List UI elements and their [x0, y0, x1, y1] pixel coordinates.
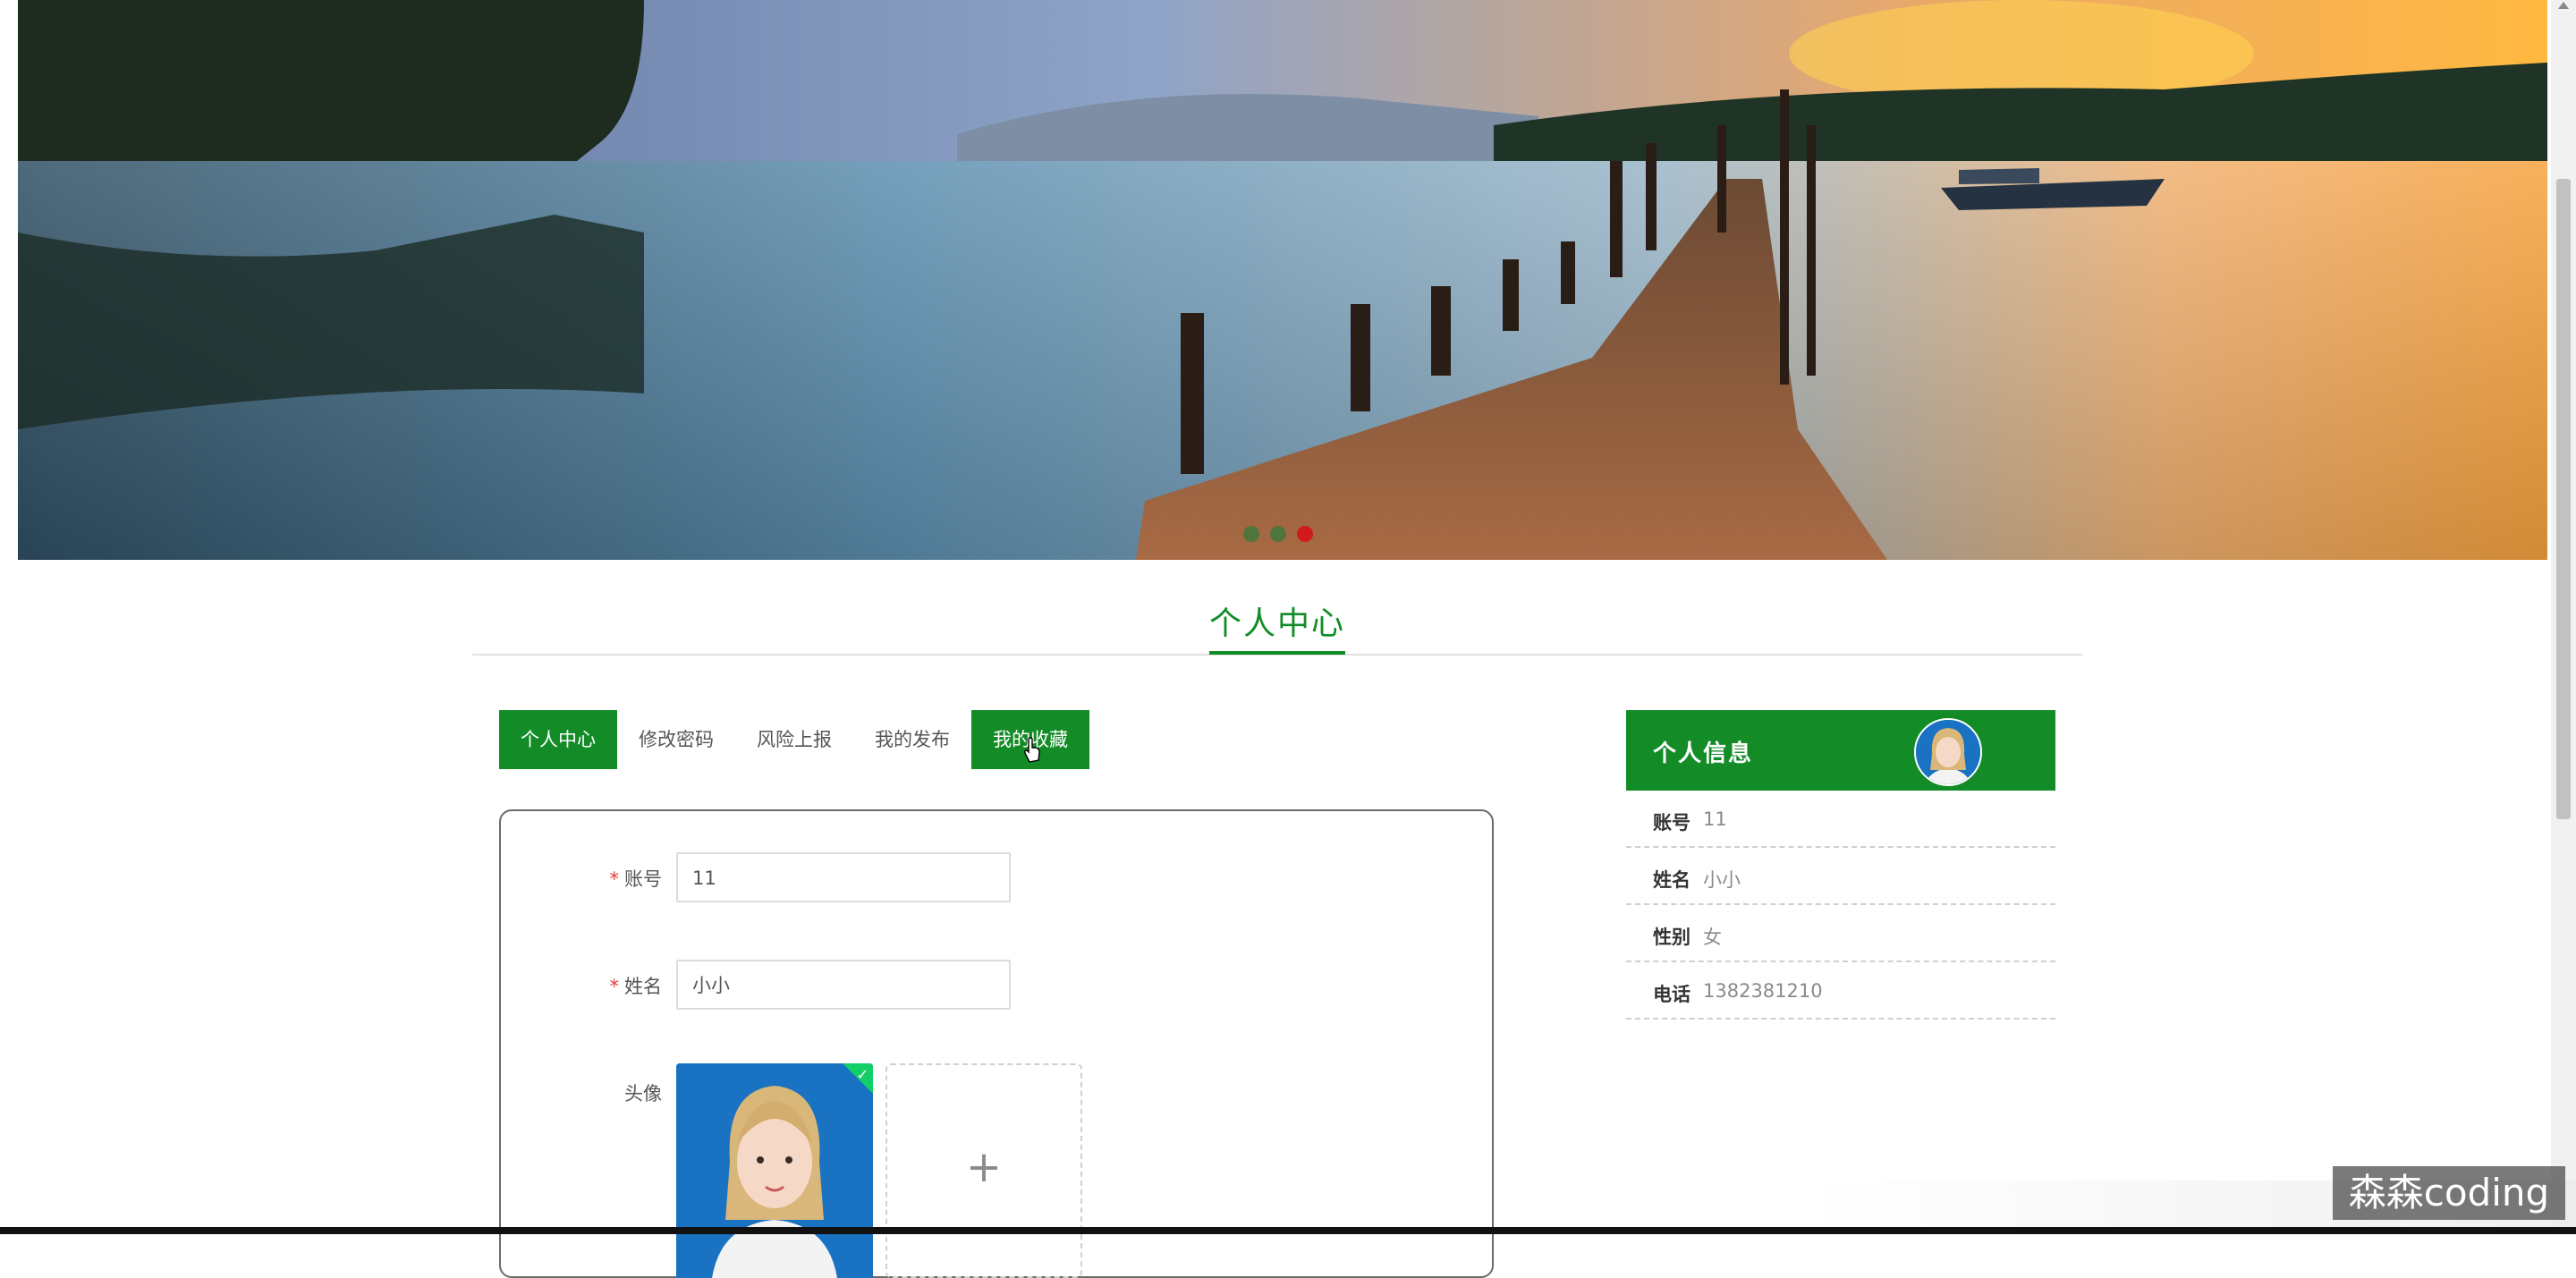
- carousel-dots: [1243, 526, 1313, 542]
- account-label: * 账号: [501, 865, 663, 892]
- info-value: 小小: [1703, 869, 1741, 891]
- scroll-thumb[interactable]: [2556, 179, 2571, 819]
- account-label-text: 账号: [624, 868, 662, 890]
- hand-cursor-icon: [1024, 737, 1040, 763]
- user-info-card: 个人信息 账号 11 姓名 小小 性别 女 电话 1382381210: [1626, 710, 2055, 1020]
- hero-banner: [18, 0, 2547, 560]
- avatar-label: 头像: [624, 1083, 662, 1104]
- info-row-phone: 电话 1382381210: [1626, 962, 2055, 1020]
- watermark: 森森coding: [2333, 1166, 2565, 1220]
- avatar-photo-small: [1916, 720, 1980, 784]
- info-row-account: 账号 11: [1626, 791, 2055, 848]
- bottom-edge: [0, 1227, 2576, 1234]
- carousel-dot[interactable]: [1270, 526, 1286, 542]
- info-value: 1382381210: [1703, 980, 1823, 1002]
- title-underline: [1209, 651, 1345, 655]
- info-key: 电话: [1653, 984, 1690, 1005]
- lake-pier-image: [18, 0, 2547, 560]
- required-mark: *: [609, 868, 620, 890]
- profile-tabs: 个人中心 修改密码 风险上报 我的发布 我的收藏: [499, 710, 1089, 769]
- tab-change-password[interactable]: 修改密码: [617, 710, 735, 769]
- info-row-name: 姓名 小小: [1626, 848, 2055, 905]
- tab-my-posts[interactable]: 我的发布: [853, 710, 971, 769]
- info-value: 女: [1703, 927, 1722, 948]
- info-card-header: 个人信息: [1626, 710, 2055, 791]
- plus-icon: +: [965, 1142, 1003, 1192]
- avatar-upload-button[interactable]: +: [886, 1063, 1082, 1278]
- name-label-text: 姓名: [624, 976, 662, 997]
- scroll-up-icon[interactable]: [2558, 2, 2569, 9]
- tab-my-favorites[interactable]: 我的收藏: [971, 710, 1089, 769]
- carousel-dot[interactable]: [1243, 526, 1259, 542]
- avatar: [1914, 718, 1982, 786]
- info-key: 性别: [1653, 927, 1690, 948]
- name-label: * 姓名: [501, 972, 663, 999]
- required-mark: *: [609, 976, 620, 997]
- carousel-dot-active[interactable]: [1297, 526, 1313, 542]
- profile-form: * 账号 11 * 姓名 小小 头像 ✓ +: [499, 809, 1494, 1278]
- tab-profile[interactable]: 个人中心: [499, 710, 617, 769]
- info-key: 账号: [1653, 812, 1690, 834]
- check-icon: ✓: [856, 1066, 869, 1083]
- info-row-gender: 性别 女: [1626, 905, 2055, 962]
- avatar-photo: [676, 1063, 873, 1278]
- info-key: 姓名: [1653, 869, 1690, 891]
- info-value: 11: [1703, 808, 1727, 830]
- info-card-title: 个人信息: [1653, 741, 1754, 767]
- tab-risk-report[interactable]: 风险上报: [735, 710, 853, 769]
- avatar-preview[interactable]: ✓: [676, 1063, 873, 1278]
- name-input[interactable]: 小小: [676, 960, 1011, 1010]
- page-title: 个人中心: [1209, 605, 1346, 642]
- page-scrollbar[interactable]: [2551, 0, 2576, 1234]
- account-input[interactable]: 11: [676, 852, 1011, 902]
